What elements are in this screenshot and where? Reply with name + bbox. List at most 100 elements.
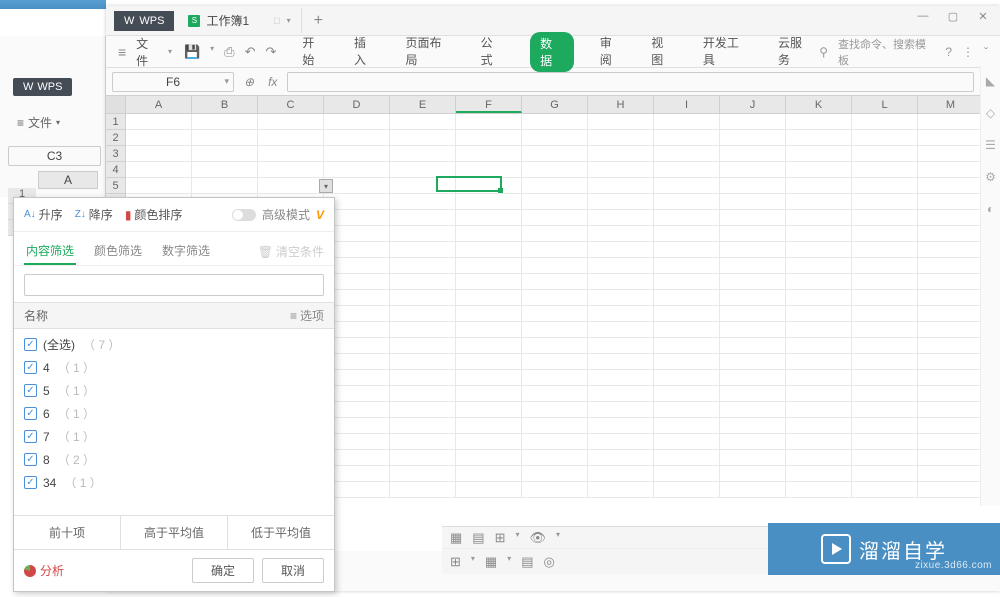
toggle-switch[interactable]: [232, 209, 256, 221]
cell[interactable]: [390, 178, 456, 194]
cell[interactable]: [390, 322, 456, 338]
cell[interactable]: [918, 274, 984, 290]
magnify-icon[interactable]: ⊕: [240, 75, 258, 89]
cell[interactable]: [456, 290, 522, 306]
column-header[interactable]: E: [390, 96, 456, 113]
side-triangle-icon[interactable]: ◣: [981, 74, 1000, 88]
close-icon[interactable]: ✕: [972, 8, 994, 24]
cell[interactable]: [918, 402, 984, 418]
cell[interactable]: [786, 418, 852, 434]
cell[interactable]: [324, 162, 390, 178]
cell[interactable]: [588, 194, 654, 210]
cell[interactable]: [522, 466, 588, 482]
cell[interactable]: [654, 322, 720, 338]
cell[interactable]: [918, 194, 984, 210]
cell[interactable]: [456, 386, 522, 402]
formula-input[interactable]: [287, 72, 974, 92]
cell[interactable]: [918, 482, 984, 498]
cell[interactable]: [588, 322, 654, 338]
cell[interactable]: [720, 434, 786, 450]
reading-icon[interactable]: ▤: [521, 554, 533, 570]
cell[interactable]: [720, 338, 786, 354]
checkbox-icon[interactable]: ✓: [24, 384, 37, 397]
cell[interactable]: [522, 146, 588, 162]
cell[interactable]: [456, 130, 522, 146]
view-table-icon[interactable]: ⊞: [495, 530, 506, 546]
cell[interactable]: [786, 146, 852, 162]
cell[interactable]: [390, 466, 456, 482]
analyze-link[interactable]: 分析: [24, 562, 64, 579]
minimize-icon[interactable]: —: [912, 8, 934, 24]
cell[interactable]: [720, 242, 786, 258]
cell[interactable]: [192, 178, 258, 194]
save-icon[interactable]: 💾: [184, 44, 200, 60]
cell[interactable]: [456, 402, 522, 418]
cell[interactable]: [522, 178, 588, 194]
cell[interactable]: [522, 210, 588, 226]
cell[interactable]: [918, 258, 984, 274]
cell[interactable]: [654, 450, 720, 466]
more-icon[interactable]: ⋮: [962, 45, 974, 59]
cancel-button[interactable]: 取消: [262, 558, 324, 583]
cell[interactable]: [522, 418, 588, 434]
cell[interactable]: [324, 146, 390, 162]
top-10-button[interactable]: 前十项: [14, 516, 121, 549]
cell[interactable]: [720, 226, 786, 242]
sort-ascending-button[interactable]: A↓升序: [24, 206, 63, 223]
grid-icon[interactable]: ⊞: [450, 554, 461, 570]
cell[interactable]: [720, 306, 786, 322]
cell[interactable]: [852, 226, 918, 242]
cell[interactable]: [918, 450, 984, 466]
cell[interactable]: [852, 306, 918, 322]
row-header[interactable]: 3: [106, 146, 126, 162]
cell[interactable]: [192, 146, 258, 162]
cell[interactable]: [390, 386, 456, 402]
cell[interactable]: [390, 210, 456, 226]
select-all-cell[interactable]: [106, 96, 126, 113]
cell[interactable]: [654, 210, 720, 226]
cell[interactable]: [522, 354, 588, 370]
cell[interactable]: [390, 338, 456, 354]
cell[interactable]: [720, 482, 786, 498]
filter-item[interactable]: ✓8（ 2 ）: [24, 448, 324, 471]
cell[interactable]: [654, 194, 720, 210]
cell[interactable]: [654, 338, 720, 354]
column-header[interactable]: L: [852, 96, 918, 113]
cell[interactable]: [852, 450, 918, 466]
name-box[interactable]: F6▾: [112, 72, 234, 92]
cell[interactable]: [390, 450, 456, 466]
filter-item[interactable]: ✓7（ 1 ）: [24, 425, 324, 448]
cell[interactable]: [786, 306, 852, 322]
cell[interactable]: [918, 434, 984, 450]
column-header[interactable]: C: [258, 96, 324, 113]
help-icon[interactable]: ?: [945, 45, 952, 59]
cell[interactable]: [852, 210, 918, 226]
cell[interactable]: [654, 290, 720, 306]
cell[interactable]: [654, 418, 720, 434]
cell[interactable]: [852, 354, 918, 370]
ok-button[interactable]: 确定: [192, 558, 254, 583]
checkbox-icon[interactable]: ✓: [24, 338, 37, 351]
new-tab-button[interactable]: +: [302, 12, 335, 30]
cell[interactable]: [852, 242, 918, 258]
cell[interactable]: [456, 210, 522, 226]
search-placeholder[interactable]: 查找命令、搜索模板: [838, 36, 935, 68]
cell[interactable]: [786, 450, 852, 466]
cell[interactable]: [654, 354, 720, 370]
ribbon-tab-1[interactable]: 插入: [352, 32, 380, 72]
cell[interactable]: [720, 258, 786, 274]
cell[interactable]: [918, 242, 984, 258]
column-header[interactable]: K: [786, 96, 852, 113]
print-icon[interactable]: ⎙: [224, 44, 234, 60]
cell[interactable]: [390, 370, 456, 386]
cell[interactable]: [588, 130, 654, 146]
filter-item[interactable]: ✓4（ 1 ）: [24, 356, 324, 379]
cell[interactable]: [654, 258, 720, 274]
cell[interactable]: [720, 386, 786, 402]
cell[interactable]: [852, 434, 918, 450]
cell[interactable]: [390, 226, 456, 242]
cell[interactable]: [390, 274, 456, 290]
cell[interactable]: [720, 418, 786, 434]
cell[interactable]: [126, 130, 192, 146]
cell[interactable]: [390, 146, 456, 162]
